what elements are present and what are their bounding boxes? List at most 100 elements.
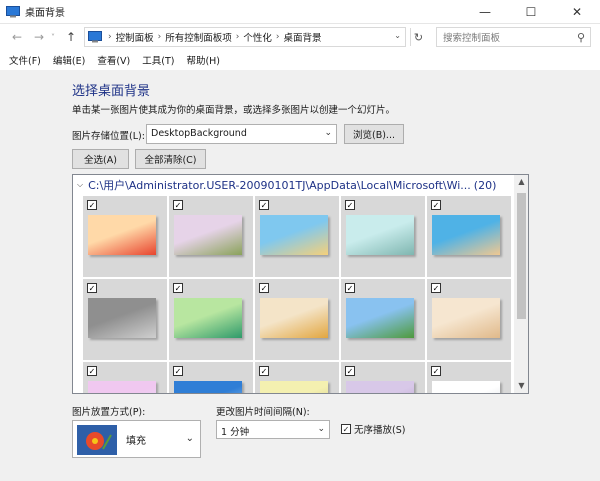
wallpaper-checkbox[interactable]: ✓ <box>431 283 441 293</box>
chevron-down-icon: ⌄ <box>324 128 332 138</box>
maximize-button[interactable]: ☐ <box>508 0 554 24</box>
folder-header[interactable]: ⌵ C:\用户\Administrator.USER-20090101TJ\Ap… <box>73 175 513 195</box>
wallpaper-thumbnail[interactable] <box>432 381 500 393</box>
wallpaper-thumbnail[interactable] <box>260 298 328 338</box>
forward-arrow-icon[interactable]: → <box>30 26 48 48</box>
shuffle-checkbox[interactable]: ✓ <box>341 424 351 434</box>
refresh-icon[interactable]: ↻ <box>410 28 426 46</box>
breadcrumb-item[interactable]: 所有控制面板项 <box>165 30 232 44</box>
picture-list[interactable]: ⌵ C:\用户\Administrator.USER-20090101TJ\Ap… <box>72 174 529 394</box>
wallpaper-thumbnail[interactable] <box>432 215 500 255</box>
page-title: 选择桌面背景 <box>72 84 151 99</box>
menu-view[interactable]: 查看(V) <box>92 53 137 67</box>
chevron-right-icon: › <box>157 32 162 42</box>
scrollbar-thumb[interactable] <box>517 193 526 319</box>
wallpaper-checkbox[interactable]: ✓ <box>345 200 355 210</box>
wallpaper-checkbox[interactable]: ✓ <box>87 366 97 376</box>
wallpaper-thumbnail[interactable] <box>174 298 242 338</box>
menu-file[interactable]: 文件(F) <box>4 53 48 67</box>
wallpaper-thumbnail[interactable] <box>260 381 328 393</box>
wallpaper-thumbnail[interactable] <box>432 298 500 338</box>
chevron-right-icon: › <box>275 32 280 42</box>
title-bar: 桌面背景 — ☐ ✕ <box>0 0 600 24</box>
select-all-button[interactable]: 全选(A) <box>72 149 129 169</box>
wallpaper-checkbox[interactable]: ✓ <box>173 200 183 210</box>
scroll-up-icon[interactable]: ▲ <box>514 175 528 189</box>
shuffle-option[interactable]: ✓ 无序播放(S) <box>341 422 405 436</box>
wallpaper-checkbox[interactable]: ✓ <box>431 200 441 210</box>
wallpaper-tile[interactable]: ✓ <box>169 196 253 277</box>
menu-bar: 文件(F) 编辑(E) 查看(V) 工具(T) 帮助(H) <box>0 51 227 69</box>
shuffle-label: 无序播放(S) <box>354 425 406 436</box>
wallpaper-tile[interactable]: ✓ <box>427 196 511 277</box>
search-placeholder: 搜索控制面板 <box>443 33 501 44</box>
search-input[interactable]: 搜索控制面板 ⚲ <box>436 27 591 47</box>
wallpaper-tile[interactable]: ✓ <box>427 362 511 393</box>
breadcrumb-item[interactable]: 个性化 <box>243 30 272 44</box>
wallpaper-thumbnail[interactable] <box>174 215 242 255</box>
control-panel-icon <box>88 31 102 43</box>
interval-select[interactable]: 1 分钟 ⌄ <box>216 420 330 439</box>
address-field[interactable]: › 控制面板 › 所有控制面板项 › 个性化 › 桌面背景 ⌄ <box>84 27 406 47</box>
wallpaper-tile[interactable]: ✓ <box>255 196 339 277</box>
folder-count: (20) <box>473 178 497 192</box>
wallpaper-tile[interactable]: ✓ <box>169 279 253 360</box>
wallpaper-checkbox[interactable]: ✓ <box>87 200 97 210</box>
wallpaper-tile[interactable]: ✓ <box>427 279 511 360</box>
chevron-down-icon: ⌄ <box>185 433 194 444</box>
wallpaper-thumbnail[interactable] <box>88 381 156 393</box>
wallpaper-tile[interactable]: ✓ <box>169 362 253 393</box>
wallpaper-checkbox[interactable]: ✓ <box>345 283 355 293</box>
wallpaper-checkbox[interactable]: ✓ <box>173 366 183 376</box>
search-icon[interactable]: ⚲ <box>577 31 585 44</box>
location-select[interactable]: DesktopBackground ⌄ <box>146 124 337 144</box>
close-button[interactable]: ✕ <box>554 0 600 24</box>
page-subtitle: 单击某一张图片使其成为你的桌面背景，或选择多张图片以创建一个幻灯片。 <box>72 105 396 116</box>
wallpaper-thumbnail[interactable] <box>346 381 414 393</box>
clear-all-button[interactable]: 全部清除(C) <box>135 149 206 169</box>
wallpaper-thumbnail[interactable] <box>88 298 156 338</box>
wallpaper-tile[interactable]: ✓ <box>83 196 167 277</box>
wallpaper-tile[interactable]: ✓ <box>341 196 425 277</box>
wallpaper-checkbox[interactable]: ✓ <box>87 283 97 293</box>
wallpaper-thumbnail[interactable] <box>346 215 414 255</box>
wallpaper-tile[interactable]: ✓ <box>255 279 339 360</box>
breadcrumb-item[interactable]: 桌面背景 <box>283 30 321 44</box>
browse-button[interactable]: 浏览(B)... <box>344 124 404 144</box>
wallpaper-checkbox[interactable]: ✓ <box>345 366 355 376</box>
menu-help[interactable]: 帮助(H) <box>181 53 227 67</box>
wallpaper-thumbnail[interactable] <box>174 381 242 393</box>
control-panel-icon <box>6 5 20 17</box>
chevron-down-icon[interactable]: ⌄ <box>394 31 401 40</box>
vertical-scrollbar[interactable]: ▲ ▼ <box>514 175 528 393</box>
minimize-button[interactable]: — <box>462 0 508 24</box>
wallpaper-thumbnail[interactable] <box>346 298 414 338</box>
interval-label: 更改图片时间间隔(N): <box>216 407 310 418</box>
breadcrumb-item[interactable]: 控制面板 <box>116 30 154 44</box>
wallpaper-tile[interactable]: ✓ <box>83 362 167 393</box>
recent-dropdown-icon[interactable]: ˅ <box>48 26 58 48</box>
wallpaper-checkbox[interactable]: ✓ <box>259 366 269 376</box>
wallpaper-thumbnail[interactable] <box>260 215 328 255</box>
wallpaper-tile[interactable]: ✓ <box>341 362 425 393</box>
up-arrow-icon[interactable]: ↑ <box>62 26 80 48</box>
scroll-down-icon[interactable]: ▼ <box>514 379 528 393</box>
wallpaper-checkbox[interactable]: ✓ <box>173 283 183 293</box>
position-select[interactable]: 填充 ⌄ <box>72 420 201 458</box>
wallpaper-checkbox[interactable]: ✓ <box>431 366 441 376</box>
chevron-right-icon: › <box>235 32 240 42</box>
wallpaper-checkbox[interactable]: ✓ <box>259 200 269 210</box>
wallpaper-tile[interactable]: ✓ <box>341 279 425 360</box>
wallpaper-thumbnail[interactable] <box>88 215 156 255</box>
menu-tools[interactable]: 工具(T) <box>137 53 181 67</box>
menu-edit[interactable]: 编辑(E) <box>48 53 92 67</box>
wallpaper-checkbox[interactable]: ✓ <box>259 283 269 293</box>
location-value: DesktopBackground <box>151 128 247 139</box>
wallpaper-tile[interactable]: ✓ <box>83 279 167 360</box>
chevron-right-icon: › <box>108 32 112 42</box>
wallpaper-tile[interactable]: ✓ <box>255 362 339 393</box>
folder-path: C:\用户\Administrator.USER-20090101TJ\AppD… <box>88 179 471 192</box>
window-title: 桌面背景 <box>25 8 65 19</box>
back-arrow-icon[interactable]: ← <box>8 26 26 48</box>
chevron-down-icon[interactable]: ⌵ <box>77 180 83 190</box>
